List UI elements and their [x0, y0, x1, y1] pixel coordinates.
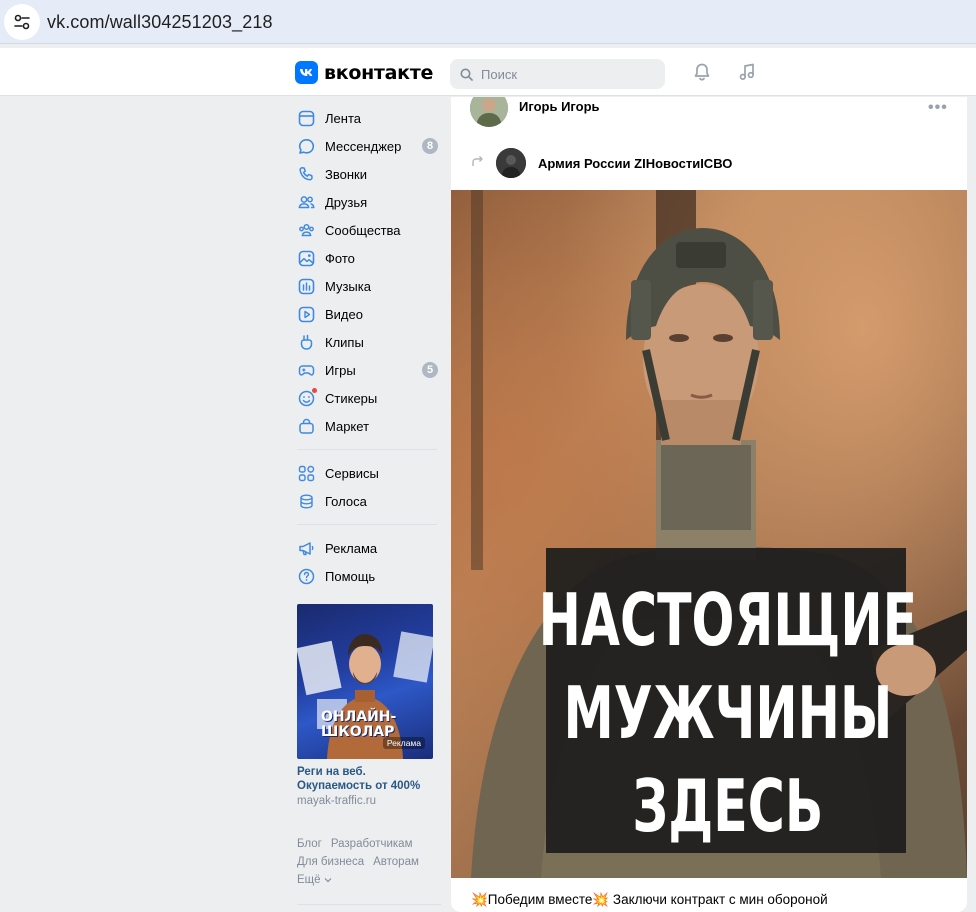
photo-caption-line-3: ЗДЕСЬ	[632, 765, 823, 849]
footer-link-developers[interactable]: Разработчикам	[331, 838, 413, 850]
services-icon	[297, 464, 315, 482]
search-input[interactable]	[481, 66, 651, 82]
games-count-badge: 5	[422, 362, 438, 378]
sidebar-divider	[297, 524, 437, 525]
sidebar-item-label: Видео	[325, 306, 363, 322]
communities-icon	[297, 221, 315, 239]
sidebar-item-label: Лента	[325, 110, 361, 126]
sidebar-item-ads[interactable]: Реклама	[297, 534, 442, 562]
sidebar-item-feed[interactable]: Лента	[297, 104, 442, 132]
sidebar-item-messenger[interactable]: Мессенджер 8	[297, 132, 442, 160]
post-photo[interactable]: НАСТОЯЩИЕ МУЖЧИНЫ ЗДЕСЬ	[451, 190, 967, 878]
search-box[interactable]	[450, 59, 665, 89]
ad-image-text: ОНЛАЙН- ШКОЛАР	[321, 710, 396, 740]
sidebar-item-label: Маркет	[325, 418, 370, 434]
sidebar-item-music[interactable]: Музыка	[297, 272, 442, 300]
repost-icon	[471, 155, 484, 171]
url-field[interactable]: vk.com/wall304251203_218	[47, 12, 273, 33]
author-avatar[interactable]	[470, 97, 508, 127]
sidebar-item-communities[interactable]: Сообщества	[297, 216, 442, 244]
left-sidebar: Лента Мессенджер 8 Звонки Друзья Сообщес…	[297, 97, 442, 590]
newsfeed-icon	[297, 109, 315, 127]
footer-link-blog[interactable]: Блог	[297, 838, 322, 850]
vk-logo[interactable]: вконтакте	[295, 61, 433, 84]
phone-icon	[297, 165, 315, 183]
vk-top-header: вконтакте	[0, 48, 976, 96]
sidebar-item-label: Звонки	[325, 166, 367, 182]
sidebar-item-label: Сообщества	[325, 222, 401, 238]
photo-caption-line-2: МУЖЧИНЫ	[564, 672, 893, 756]
footer-link-business[interactable]: Для бизнеса	[297, 856, 364, 868]
megaphone-icon	[297, 539, 315, 557]
wall-post: Игорь Игорь ••• Армия России ZIНовостиIС…	[451, 97, 967, 912]
sidebar-item-label: Голоса	[325, 493, 367, 509]
sidebar-item-market[interactable]: Маркет	[297, 412, 442, 440]
footer-links: Блог Разработчикам Для бизнеса Авторам Ещё	[297, 835, 437, 889]
footer-link-more-label: Ещё	[297, 874, 321, 886]
ad-title-link[interactable]: Реги на веб. Окупаемость от 400%	[297, 765, 437, 793]
sidebar-item-label: Мессенджер	[325, 138, 402, 154]
sidebar-item-votes[interactable]: Голоса	[297, 487, 442, 515]
ad-banner-image[interactable]: ОНЛАЙН- ШКОЛАР Реклама	[297, 604, 433, 759]
more-options-icon[interactable]: •••	[928, 99, 948, 117]
ad-url-link[interactable]: mayak-traffic.ru	[297, 795, 376, 807]
post-text: 💥Победим вместе💥 Заключи контракт с мин …	[471, 892, 828, 907]
help-icon	[297, 567, 315, 585]
music-player-icon[interactable]	[735, 60, 759, 84]
sidebar-item-label: Игры	[325, 362, 356, 378]
vk-logo-text: вконтакте	[324, 61, 434, 84]
sidebar-item-video[interactable]: Видео	[297, 300, 442, 328]
footer-link-more[interactable]: Ещё	[297, 874, 332, 886]
footer-divider	[297, 904, 441, 905]
sidebar-item-services[interactable]: Сервисы	[297, 459, 442, 487]
sidebar-item-label: Стикеры	[325, 390, 378, 406]
sidebar-item-label: Помощь	[325, 568, 376, 584]
sidebar-item-label: Клипы	[325, 334, 364, 350]
repost-source-name[interactable]: Армия России ZIНовостиIСВО	[538, 156, 732, 171]
sidebar-item-clips[interactable]: Клипы	[297, 328, 442, 356]
sidebar-item-help[interactable]: Помощь	[297, 562, 442, 590]
message-icon	[297, 137, 315, 155]
unread-count-badge: 8	[422, 138, 438, 154]
video-icon	[297, 305, 315, 323]
ad-image-text-line: ОНЛАЙН-	[321, 709, 397, 725]
photo-caption-line-1: НАСТОЯЩИЕ	[539, 579, 917, 663]
bell-icon[interactable]	[690, 60, 714, 84]
vk-logo-icon	[295, 61, 318, 84]
sidebar-item-label: Музыка	[325, 278, 371, 294]
votes-icon	[297, 492, 315, 510]
group-avatar[interactable]	[496, 148, 526, 178]
sidebar-item-label: Друзья	[325, 194, 368, 210]
sidebar-item-label: Сервисы	[325, 465, 379, 481]
sidebar-item-calls[interactable]: Звонки	[297, 160, 442, 188]
ad-label-badge: Реклама	[382, 737, 425, 749]
music-icon	[297, 277, 315, 295]
sidebar-item-photo[interactable]: Фото	[297, 244, 442, 272]
photo-icon	[297, 249, 315, 267]
browser-address-bar: vk.com/wall304251203_218	[0, 0, 976, 44]
sidebar-divider	[297, 449, 437, 450]
chevron-down-icon	[324, 878, 331, 883]
site-info-icon[interactable]	[4, 4, 40, 40]
new-stickers-dot	[312, 388, 317, 393]
search-icon	[460, 68, 473, 81]
market-icon	[297, 417, 315, 435]
games-icon	[297, 361, 315, 379]
clips-icon	[297, 333, 315, 351]
friends-icon	[297, 193, 315, 211]
sidebar-item-games[interactable]: Игры 5	[297, 356, 442, 384]
post-author-name[interactable]: Игорь Игорь	[519, 99, 600, 114]
footer-link-authors[interactable]: Авторам	[373, 856, 419, 868]
sidebar-item-label: Реклама	[325, 540, 378, 556]
sidebar-item-stickers[interactable]: Стикеры	[297, 384, 442, 412]
sidebar-item-friends[interactable]: Друзья	[297, 188, 442, 216]
sidebar-item-label: Фото	[325, 250, 355, 266]
